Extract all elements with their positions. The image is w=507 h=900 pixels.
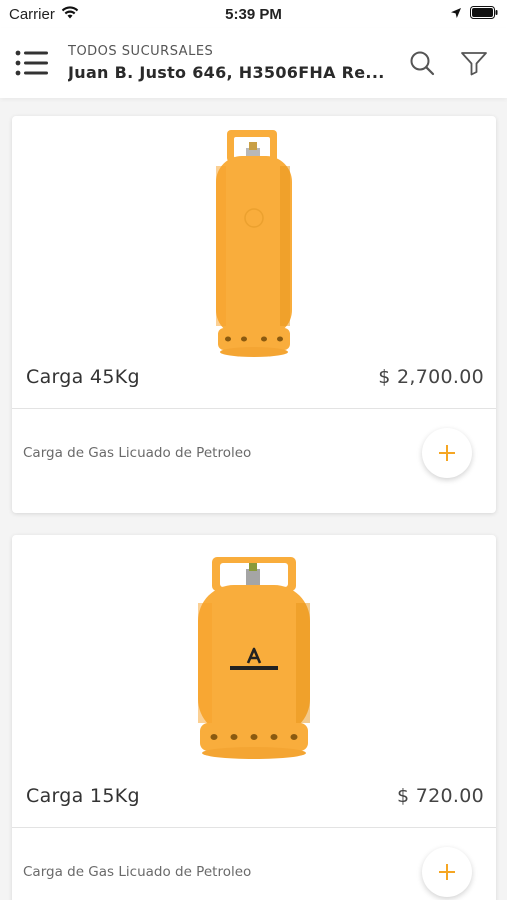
- filter-icon: [461, 52, 487, 76]
- filter-button[interactable]: [457, 46, 491, 80]
- wifi-icon: [61, 5, 79, 23]
- menu-button[interactable]: [0, 28, 64, 98]
- product-meta: Carga 15Kg $ 720.00: [26, 785, 484, 807]
- product-description-row: Carga de Gas Licuado de Petroleo: [12, 822, 496, 900]
- app-screen: Carrier 5:39 PM TODOS SUCURSALES Juan B.…: [0, 0, 507, 900]
- add-to-cart-button[interactable]: [422, 428, 472, 478]
- product-card[interactable]: Carga 45Kg $ 2,700.00 Carga de Gas Licua…: [12, 116, 496, 513]
- status-right: [328, 5, 498, 23]
- gas-cylinder-15kg-image: [198, 557, 310, 759]
- app-header: TODOS SUCURSALES Juan B. Justo 646, H350…: [0, 28, 507, 98]
- product-description: Carga de Gas Licuado de Petroleo: [23, 445, 252, 461]
- plus-icon: [439, 445, 455, 461]
- branch-subtitle: TODOS SUCURSALES: [68, 44, 214, 59]
- gas-cylinder-45kg-image: [216, 130, 292, 357]
- add-to-cart-button[interactable]: [422, 847, 472, 897]
- status-bar: Carrier 5:39 PM: [0, 0, 507, 28]
- product-image: [12, 535, 496, 785]
- location-arrow-icon: [450, 6, 462, 23]
- product-description: Carga de Gas Licuado de Petroleo: [23, 864, 252, 880]
- product-card[interactable]: Carga 15Kg $ 720.00 Carga de Gas Licuado…: [12, 535, 496, 900]
- product-name: Carga 15Kg: [26, 785, 140, 807]
- battery-icon: [470, 5, 498, 23]
- product-price: $ 720.00: [396, 785, 484, 807]
- branch-selector[interactable]: TODOS SUCURSALES Juan B. Justo 646, H350…: [64, 44, 405, 82]
- carrier-label: Carrier: [9, 5, 55, 23]
- status-left: Carrier: [9, 6, 179, 23]
- product-image: [12, 116, 496, 366]
- product-name: Carga 45Kg: [26, 366, 140, 388]
- status-time: 5:39 PM: [225, 5, 282, 23]
- branch-address: Juan B. Justo 646, H3506FHA Re...: [68, 63, 385, 82]
- product-price: $ 2,700.00: [378, 366, 484, 388]
- product-description-row: Carga de Gas Licuado de Petroleo: [12, 403, 496, 503]
- menu-list-icon: [15, 50, 48, 76]
- search-icon: [410, 51, 435, 76]
- search-button[interactable]: [405, 46, 439, 80]
- product-meta: Carga 45Kg $ 2,700.00: [26, 366, 484, 388]
- brand-logo-text: [230, 666, 278, 670]
- plus-icon: [439, 864, 455, 880]
- header-actions: [405, 46, 507, 80]
